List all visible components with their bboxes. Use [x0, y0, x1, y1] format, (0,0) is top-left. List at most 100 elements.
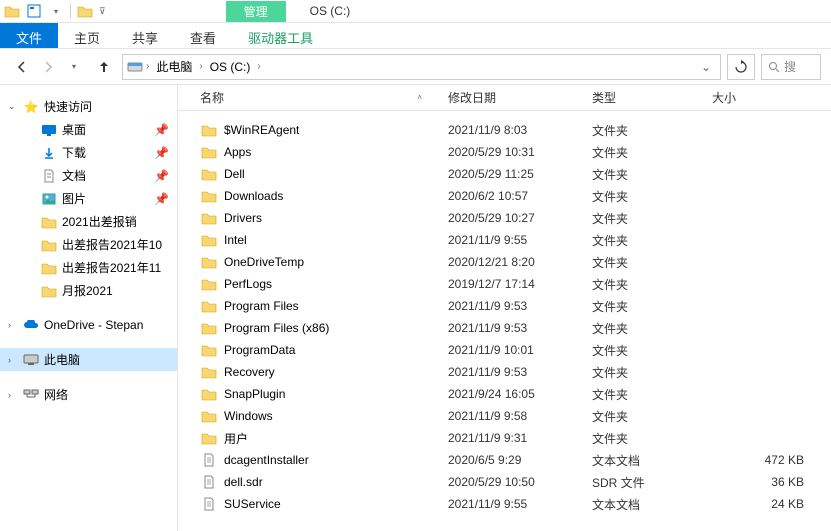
file-name: Intel: [224, 233, 247, 247]
sidebar-quick-access[interactable]: ⌄ ⭐ 快速访问: [0, 95, 177, 118]
col-size[interactable]: 大小: [704, 89, 824, 106]
file-icon: [200, 474, 218, 490]
file-row[interactable]: Program Files (x86)2021/11/9 9:53文件夹: [178, 317, 831, 339]
desktop-icon: [40, 122, 58, 138]
tab-view[interactable]: 查看: [174, 23, 232, 48]
crumb-os-c[interactable]: OS (C:): [206, 60, 255, 74]
up-button[interactable]: [92, 55, 116, 79]
file-name: $WinREAgent: [224, 123, 299, 137]
file-icon: [200, 452, 218, 468]
file-row[interactable]: Windows2021/11/9 9:58文件夹: [178, 405, 831, 427]
file-type: 文件夹: [584, 166, 704, 183]
sidebar-desktop[interactable]: 桌面 📌: [0, 118, 177, 141]
sidebar-folder[interactable]: 出差报告2021年11: [0, 256, 177, 279]
file-row[interactable]: $WinREAgent2021/11/9 8:03文件夹: [178, 119, 831, 141]
sidebar-documents[interactable]: 文档 📌: [0, 164, 177, 187]
file-size: 472 KB: [704, 453, 824, 467]
file-name: Downloads: [224, 189, 283, 203]
file-date: 2021/11/9 9:53: [440, 299, 584, 313]
col-modified[interactable]: 修改日期: [440, 89, 584, 106]
search-box[interactable]: 搜: [761, 54, 821, 80]
file-date: 2021/11/9 10:01: [440, 343, 584, 357]
qat-overflow-icon[interactable]: ⊽: [99, 6, 106, 17]
forward-button[interactable]: [36, 55, 60, 79]
address-dropdown[interactable]: ⌄: [696, 60, 716, 74]
address-bar[interactable]: › 此电脑 › OS (C:) › ⌄: [122, 54, 721, 80]
folder-icon: [200, 386, 218, 402]
sidebar-this-pc[interactable]: › 此电脑: [0, 348, 177, 371]
file-date: 2019/12/7 17:14: [440, 277, 584, 291]
file-name: OneDriveTemp: [224, 255, 304, 269]
folder-icon: [40, 260, 58, 276]
col-name[interactable]: 名称˄: [192, 89, 440, 106]
sidebar-folder[interactable]: 月报2021: [0, 279, 177, 302]
sidebar-folder[interactable]: 2021出差报销: [0, 210, 177, 233]
chevron-icon[interactable]: ›: [254, 61, 263, 72]
folder-icon: [200, 408, 218, 424]
folder-icon: [200, 232, 218, 248]
file-date: 2021/11/9 8:03: [440, 123, 584, 137]
folder-icon: [4, 3, 20, 19]
sidebar-pictures[interactable]: 图片 📌: [0, 187, 177, 210]
folder-icon: [200, 210, 218, 226]
chevron-right-icon[interactable]: ›: [8, 320, 18, 330]
file-row[interactable]: dcagentInstaller2020/6/5 9:29文本文档472 KB: [178, 449, 831, 471]
sort-asc-icon: ˄: [417, 93, 422, 102]
file-row[interactable]: Downloads2020/6/2 10:57文件夹: [178, 185, 831, 207]
file-type: 文件夹: [584, 210, 704, 227]
file-row[interactable]: Apps2020/5/29 10:31文件夹: [178, 141, 831, 163]
history-dropdown[interactable]: ▾: [62, 55, 86, 79]
file-row[interactable]: PerfLogs2019/12/7 17:14文件夹: [178, 273, 831, 295]
chevron-down-icon[interactable]: ⌄: [8, 101, 18, 112]
col-type[interactable]: 类型: [584, 89, 704, 106]
file-date: 2020/6/2 10:57: [440, 189, 584, 203]
folder-icon: [40, 283, 58, 299]
file-type: 文本文档: [584, 496, 704, 513]
file-row[interactable]: Intel2021/11/9 9:55文件夹: [178, 229, 831, 251]
drive-icon: [127, 59, 143, 75]
file-row[interactable]: OneDriveTemp2020/12/21 8:20文件夹: [178, 251, 831, 273]
chevron-icon[interactable]: ›: [196, 61, 205, 72]
tab-drive-tools[interactable]: 驱动器工具: [232, 23, 329, 48]
tab-share[interactable]: 共享: [116, 23, 174, 48]
file-name: Recovery: [224, 365, 275, 379]
file-name: Program Files: [224, 299, 299, 313]
back-button[interactable]: [10, 55, 34, 79]
file-row[interactable]: Drivers2020/5/29 10:27文件夹: [178, 207, 831, 229]
file-date: 2021/11/9 9:53: [440, 365, 584, 379]
folder-icon: [200, 254, 218, 270]
sidebar-network[interactable]: › 网络: [0, 383, 177, 406]
sidebar-folder[interactable]: 出差报告2021年10: [0, 233, 177, 256]
file-row[interactable]: dell.sdr2020/5/29 10:50SDR 文件36 KB: [178, 471, 831, 493]
sidebar-onedrive[interactable]: › OneDrive - Stepan: [0, 314, 177, 336]
manage-tab[interactable]: 管理: [226, 1, 286, 22]
folder-icon: [40, 237, 58, 253]
computer-icon: [22, 352, 40, 368]
file-row[interactable]: SUService2021/11/9 9:55文本文档24 KB: [178, 493, 831, 515]
refresh-button[interactable]: [727, 54, 755, 80]
file-date: 2021/11/9 9:53: [440, 321, 584, 335]
chevron-right-icon[interactable]: ›: [8, 355, 18, 365]
file-row[interactable]: ProgramData2021/11/9 10:01文件夹: [178, 339, 831, 361]
root-chevron[interactable]: ›: [143, 61, 152, 72]
pin-icon: 📌: [154, 169, 169, 183]
tab-file[interactable]: 文件: [0, 23, 58, 48]
file-type: 文件夹: [584, 232, 704, 249]
file-date: 2021/11/9 9:31: [440, 431, 584, 445]
file-row[interactable]: Dell2020/5/29 11:25文件夹: [178, 163, 831, 185]
chevron-right-icon[interactable]: ›: [8, 390, 18, 400]
file-row[interactable]: Recovery2021/11/9 9:53文件夹: [178, 361, 831, 383]
tab-home[interactable]: 主页: [58, 23, 116, 48]
crumb-this-pc[interactable]: 此电脑: [152, 58, 196, 75]
file-type: 文件夹: [584, 144, 704, 161]
file-row[interactable]: SnapPlugin2021/9/24 16:05文件夹: [178, 383, 831, 405]
file-date: 2020/5/29 10:50: [440, 475, 584, 489]
qat-dropdown-icon[interactable]: ▾: [48, 3, 64, 19]
qat-folder-icon[interactable]: [77, 3, 93, 19]
file-row[interactable]: 用户2021/11/9 9:31文件夹: [178, 427, 831, 449]
sidebar-downloads[interactable]: 下载 📌: [0, 141, 177, 164]
qat-properties-icon[interactable]: [26, 3, 42, 19]
file-row[interactable]: Program Files2021/11/9 9:53文件夹: [178, 295, 831, 317]
pin-icon: 📌: [154, 123, 169, 137]
file-icon: [200, 496, 218, 512]
